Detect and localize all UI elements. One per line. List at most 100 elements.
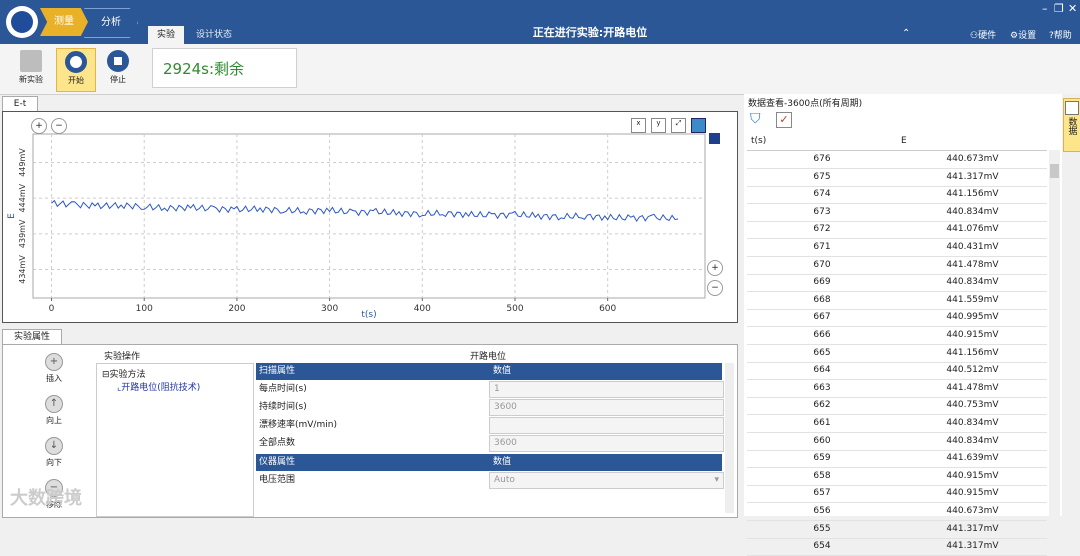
cell-e: 441.076mV bbox=[946, 224, 999, 235]
table-row[interactable]: 676 440.673mV bbox=[747, 151, 1047, 169]
table-row[interactable]: 655 441.317mV bbox=[747, 521, 1047, 539]
minimize-icon[interactable]: – bbox=[1042, 2, 1048, 15]
help-button[interactable]: ?帮助 bbox=[1049, 28, 1072, 41]
prop-name: 全部点数 bbox=[259, 438, 296, 448]
zoom-out-icon[interactable]: − bbox=[51, 118, 67, 134]
tree-expand-icon: ⊟ bbox=[102, 370, 110, 380]
col-header-e: E bbox=[901, 136, 907, 146]
data-table-header: t(s) E bbox=[747, 133, 1047, 151]
tree-root[interactable]: ⊟实验方法 bbox=[102, 367, 146, 380]
table-row[interactable]: 664 440.512mV bbox=[747, 362, 1047, 381]
hardware-label: 硬件 bbox=[978, 31, 997, 41]
chart-image-icon[interactable] bbox=[691, 118, 706, 133]
cell-e: 440.673mV bbox=[946, 506, 999, 516]
arrow-down-icon: ↓ bbox=[45, 437, 63, 455]
prop-value-field[interactable]: 3600 bbox=[489, 399, 724, 416]
y-tick-label: 439mV bbox=[18, 219, 27, 248]
move-up-button[interactable]: ↑ 向上 bbox=[39, 395, 69, 426]
zoom-in-icon[interactable]: + bbox=[31, 118, 47, 134]
close-icon[interactable]: ✕ bbox=[1068, 2, 1077, 15]
tree-child[interactable]: ⌞开路电位(阻抗技术) bbox=[117, 380, 200, 393]
table-row[interactable]: 656 440.673mV bbox=[747, 503, 1047, 521]
table-row[interactable]: 665 441.156mV bbox=[747, 345, 1047, 363]
grid-icon bbox=[1065, 101, 1079, 115]
table-row[interactable]: 671 440.431mV bbox=[747, 239, 1047, 257]
table-row[interactable]: 673 440.834mV bbox=[747, 204, 1047, 222]
table-row[interactable]: 662 440.753mV bbox=[747, 397, 1047, 416]
settings-button[interactable]: ⚙设置 bbox=[1010, 28, 1036, 41]
voltage-range-select[interactable]: Auto ▾ bbox=[489, 472, 724, 489]
table-row[interactable]: 659 441.639mV bbox=[747, 450, 1047, 469]
tab-e-t[interactable]: E-t bbox=[2, 96, 38, 112]
table-row[interactable]: 674 441.156mV bbox=[747, 186, 1047, 205]
table-row[interactable]: 672 441.076mV bbox=[747, 221, 1047, 240]
prop-value-field[interactable]: 3600 bbox=[489, 435, 724, 452]
data-table-scrollbar[interactable] bbox=[1049, 150, 1060, 516]
filter-icon[interactable]: ⛉ bbox=[750, 111, 761, 127]
scrollbar-thumb[interactable] bbox=[1050, 164, 1059, 178]
select-check-icon[interactable]: ✓ bbox=[776, 112, 792, 128]
crumb-analyze[interactable]: 分析 bbox=[84, 8, 138, 38]
prop-value-field[interactable]: 1 bbox=[489, 381, 724, 398]
x-tick-label: 300 bbox=[321, 304, 338, 314]
table-row[interactable]: 658 440.915mV bbox=[747, 468, 1047, 486]
cell-t: 654 bbox=[813, 541, 831, 552]
table-row[interactable]: 669 440.834mV bbox=[747, 274, 1047, 293]
cell-e: 440.753mV bbox=[946, 400, 999, 411]
new-experiment-button[interactable]: 新实验 bbox=[12, 48, 50, 90]
start-button[interactable]: 开始 bbox=[56, 48, 96, 92]
stop-label: 停止 bbox=[110, 75, 126, 84]
table-row[interactable]: 663 441.478mV bbox=[747, 380, 1047, 398]
method-tree: ⊟实验方法 ⌞开路电位(阻抗技术) bbox=[96, 363, 254, 517]
table-row[interactable]: 657 440.915mV bbox=[747, 485, 1047, 504]
chart-panel: 0 100 200 300 400 500 600 434mV 439mV 444mV 449mV t… bbox=[2, 111, 738, 323]
pan-up-icon[interactable]: + bbox=[707, 260, 723, 276]
cell-e: 440.915mV bbox=[946, 488, 999, 499]
table-row[interactable]: 660 440.834mV bbox=[747, 433, 1047, 451]
collapse-chevron-icon[interactable]: ⌃ bbox=[902, 28, 910, 39]
prop-value-field[interactable] bbox=[489, 417, 724, 434]
table-row[interactable]: 661 440.834mV bbox=[747, 415, 1047, 433]
data-side-button[interactable]: 数据 bbox=[1063, 98, 1080, 152]
cell-e: 440.915mV bbox=[946, 330, 999, 340]
method-header: 开路电位 bbox=[470, 352, 507, 362]
prop-row-drift-rate: 漂移速率(mV/min) bbox=[256, 417, 724, 435]
properties-scrollbar[interactable] bbox=[725, 363, 734, 513]
move-down-button[interactable]: ↓ 向下 bbox=[39, 437, 69, 468]
tab-experiment[interactable]: 实验 bbox=[148, 26, 184, 44]
tab-experiment-properties[interactable]: 实验属性 bbox=[2, 329, 62, 345]
zoom-x-icon[interactable]: x bbox=[631, 118, 646, 133]
table-row[interactable]: 675 441.317mV bbox=[747, 169, 1047, 187]
crumb-measure[interactable]: 测量 bbox=[40, 8, 88, 36]
start-icon bbox=[65, 51, 87, 73]
table-row[interactable]: 666 440.915mV bbox=[747, 327, 1047, 345]
prop-row-time-per-point: 每点时间(s) 1 bbox=[256, 381, 724, 399]
watermark-text: 大数跨境 bbox=[10, 488, 82, 509]
zoom-y-icon[interactable]: y bbox=[651, 118, 666, 133]
table-row[interactable]: 670 441.478mV bbox=[747, 257, 1047, 275]
table-row[interactable]: 654 441.317mV bbox=[747, 538, 1047, 556]
cell-t: 663 bbox=[813, 382, 831, 393]
insert-button[interactable]: + 插入 bbox=[39, 353, 69, 384]
data-side-rail bbox=[1062, 94, 1080, 516]
table-row[interactable]: 667 440.995mV bbox=[747, 309, 1047, 328]
tab-design-status[interactable]: 设计状态 bbox=[196, 26, 246, 44]
voltage-range-value: Auto bbox=[494, 475, 515, 485]
x-tick-label: 400 bbox=[414, 304, 431, 314]
app-logo bbox=[6, 6, 38, 38]
col-header-t: t(s) bbox=[751, 136, 767, 146]
pan-down-icon[interactable]: − bbox=[707, 280, 723, 296]
table-row[interactable]: 668 441.559mV bbox=[747, 292, 1047, 310]
x-tick-label: 200 bbox=[228, 304, 245, 314]
data-view-title: 数据查看-3600点(所有周期) bbox=[748, 99, 863, 109]
hardware-button[interactable]: ⚇硬件 bbox=[970, 28, 996, 41]
x-tick-label: 600 bbox=[599, 304, 616, 314]
restore-icon[interactable]: ❐ bbox=[1054, 2, 1064, 15]
stop-button[interactable]: 停止 bbox=[99, 48, 137, 90]
settings-label: 设置 bbox=[1018, 31, 1037, 41]
zoom-xy-icon[interactable]: ⤢ bbox=[671, 118, 686, 133]
cell-t: 661 bbox=[813, 418, 831, 428]
cell-t: 658 bbox=[813, 470, 831, 481]
data-side-label: 数据 bbox=[1066, 117, 1077, 135]
move-down-label: 向下 bbox=[46, 458, 62, 467]
